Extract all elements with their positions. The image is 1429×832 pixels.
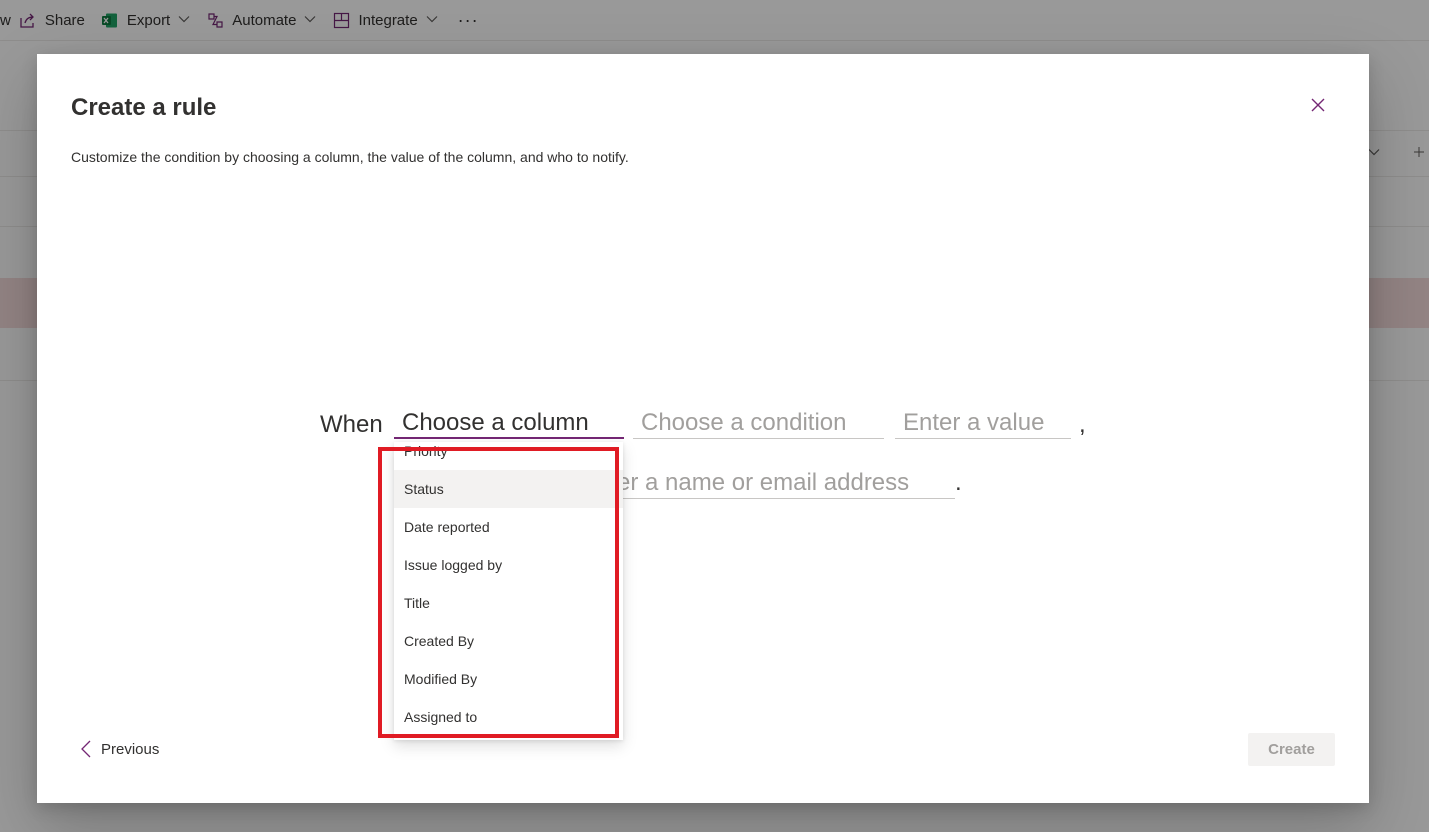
column-dropdown: Priority Status Date reported Issue logg…: [394, 442, 623, 740]
previous-label: Previous: [101, 740, 160, 758]
dropdown-option-modified-by[interactable]: Modified By: [394, 660, 623, 698]
dropdown-option-status[interactable]: Status: [394, 470, 623, 508]
dropdown-option-priority[interactable]: Priority: [394, 442, 623, 470]
dropdown-option-title[interactable]: Title: [394, 584, 623, 622]
person-placeholder: nter a name or email address: [597, 469, 910, 496]
dropdown-option-assigned-to[interactable]: Assigned to: [394, 698, 623, 736]
column-dropdown-list: Priority Status Date reported Issue logg…: [394, 442, 623, 736]
create-rule-dialog: Create a rule Customize the condition by…: [37, 54, 1369, 803]
value-input[interactable]: Enter a value: [895, 409, 1071, 439]
comma-text: ,: [1079, 411, 1086, 438]
when-label: When: [320, 411, 383, 438]
value-placeholder: Enter a value: [903, 409, 1045, 436]
create-button[interactable]: Create: [1248, 733, 1335, 766]
close-icon: [1311, 98, 1325, 117]
condition-picker[interactable]: Choose a condition: [633, 409, 884, 439]
close-button[interactable]: [1305, 94, 1331, 120]
person-input[interactable]: nter a name or email address: [597, 469, 955, 499]
previous-button[interactable]: Previous: [81, 738, 159, 760]
dropdown-option-date-reported[interactable]: Date reported: [394, 508, 623, 546]
dropdown-option-issue-logged-by[interactable]: Issue logged by: [394, 546, 623, 584]
condition-placeholder: Choose a condition: [641, 409, 847, 436]
dialog-subtitle: Customize the condition by choosing a co…: [71, 149, 629, 165]
period-text: .: [955, 469, 962, 496]
column-picker-text: Choose a column: [402, 409, 589, 436]
chevron-left-icon: [81, 740, 91, 758]
dropdown-option-created-by[interactable]: Created By: [394, 622, 623, 660]
dialog-title: Create a rule: [71, 94, 217, 121]
column-picker[interactable]: Choose a column: [394, 409, 624, 439]
